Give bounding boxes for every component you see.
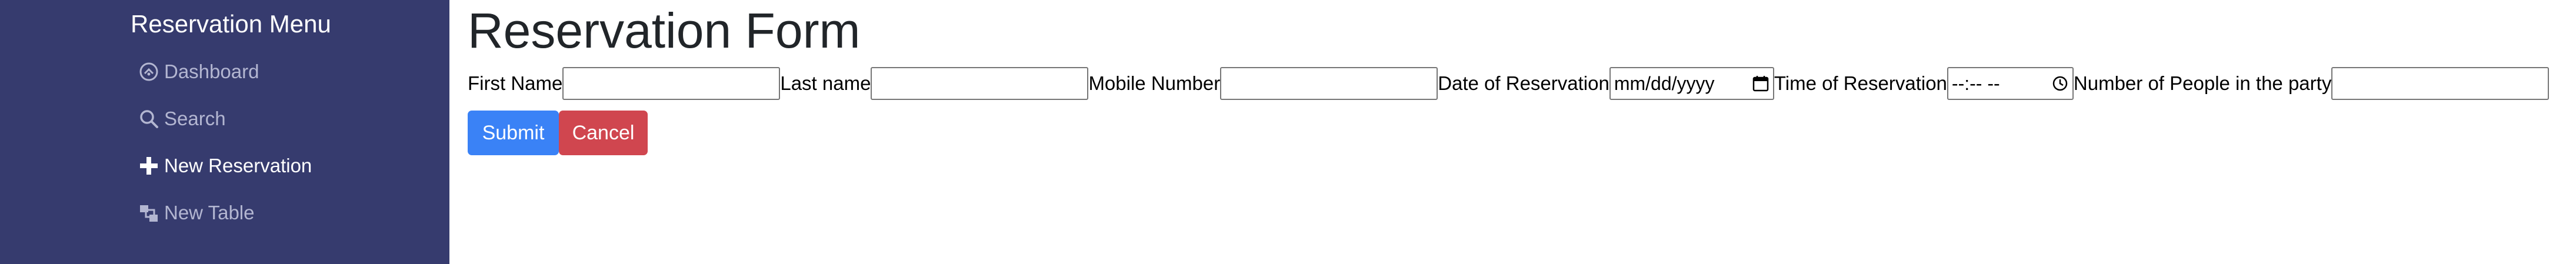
sidebar-item-label: Dashboard <box>164 61 259 82</box>
time-of-reservation-field[interactable]: --:-- -- <box>1947 67 2074 100</box>
form-buttons: Submit Cancel <box>468 111 648 155</box>
time-placeholder: --:-- -- <box>1951 72 2000 94</box>
time-of-reservation-label: Time of Reservation <box>1774 72 1947 94</box>
date-placeholder: mm/dd/yyyy <box>1614 72 1715 94</box>
sidebar-item-new-reservation[interactable]: New Reservation <box>139 149 312 182</box>
plus-icon <box>139 156 159 176</box>
sidebar-item-label: New Reservation <box>164 155 312 176</box>
sidebar-item-new-table[interactable]: New Table <box>139 196 254 229</box>
sidebar-title: Reservation Menu <box>131 10 331 38</box>
search-icon <box>139 109 159 129</box>
sidebar-item-label: New Table <box>164 202 255 223</box>
first-name-field[interactable] <box>562 67 781 100</box>
cancel-button[interactable]: Cancel <box>559 111 648 155</box>
main-content: Reservation Form First Name Last name Mo… <box>449 0 2576 264</box>
table-icon <box>139 203 159 223</box>
sidebar: Reservation Menu Dashboard Search New Re… <box>0 0 449 264</box>
sidebar-item-dashboard[interactable]: Dashboard <box>139 55 259 88</box>
page-title: Reservation Form <box>468 3 861 58</box>
mobile-number-label: Mobile Number <box>1088 72 1221 94</box>
submit-button[interactable]: Submit <box>468 111 559 155</box>
calendar-icon[interactable] <box>1752 75 1769 92</box>
party-size-field[interactable] <box>2331 67 2550 100</box>
date-of-reservation-field[interactable]: mm/dd/yyyy <box>1609 67 1774 100</box>
clock-icon[interactable] <box>2051 75 2069 92</box>
dashboard-icon <box>139 62 159 82</box>
mobile-number-field[interactable] <box>1220 67 1438 100</box>
party-size-label: Number of People in the party <box>2073 72 2332 94</box>
last-name-field[interactable] <box>871 67 1089 100</box>
sidebar-item-search[interactable]: Search <box>139 102 226 135</box>
first-name-label: First Name <box>468 72 563 94</box>
reservation-form: First Name Last name Mobile Number Date … <box>468 65 2550 102</box>
sidebar-item-label: Search <box>164 108 226 129</box>
date-of-reservation-label: Date of Reservation <box>1438 72 1609 94</box>
last-name-label: Last name <box>780 72 871 94</box>
